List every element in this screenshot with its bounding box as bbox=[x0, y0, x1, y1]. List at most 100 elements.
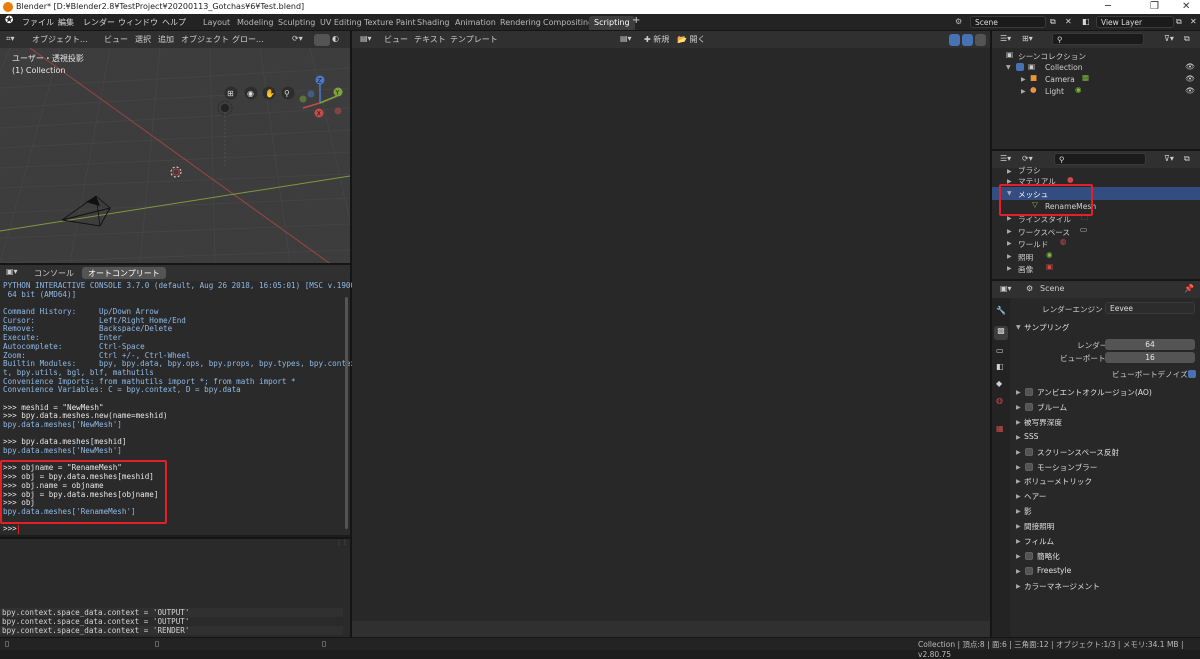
3d-viewport[interactable]: ⌗▾ オブジェクト... ビュー 選択 追加 オブジェクト グロー... ⟳▾ … bbox=[0, 31, 350, 263]
text-datablock-icon[interactable]: ▤▾ bbox=[620, 34, 632, 43]
expand-arrow-icon[interactable]: ▶ bbox=[1021, 76, 1026, 83]
editor-type-icon[interactable]: ▣▾ bbox=[6, 267, 18, 276]
render-panel-header[interactable]: ▶ ボリューメトリック bbox=[1010, 474, 1200, 489]
outliner[interactable]: ☰▾ ⊞▾ ⚲ ⊽▾ ⧉ ▣ シーンコレクション ▼ ▣ Collection … bbox=[992, 31, 1200, 149]
render-panel-header[interactable]: ▶ 影 bbox=[1010, 504, 1200, 519]
sampling-panel-header[interactable]: ▼ サンプリング bbox=[1010, 320, 1200, 335]
console-scrollbar[interactable] bbox=[345, 297, 348, 529]
viewport-denoise-checkbox[interactable] bbox=[1188, 370, 1196, 378]
expand-arrow-icon[interactable]: ▶ bbox=[1007, 168, 1012, 175]
panel-enable-checkbox[interactable] bbox=[1025, 402, 1033, 411]
collection-checkbox[interactable] bbox=[1016, 63, 1024, 71]
expand-arrow-icon[interactable]: ▶ bbox=[1007, 228, 1012, 235]
scene-field[interactable]: Scene bbox=[970, 16, 1046, 28]
expand-arrow-icon[interactable]: ▶ bbox=[1016, 553, 1021, 560]
expand-arrow-icon[interactable]: ▶ bbox=[1016, 478, 1021, 485]
expand-arrow-icon[interactable]: ▶ bbox=[1016, 404, 1021, 411]
expand-arrow-icon[interactable]: ▶ bbox=[1016, 568, 1021, 575]
menu-render[interactable]: レンダー bbox=[83, 17, 115, 28]
viewport-grid[interactable]: Z Y X ⊞ ◉ ✋ ⚲ bbox=[0, 48, 350, 263]
render-panel-header[interactable]: ▶ 間接照明 bbox=[1010, 519, 1200, 534]
view-layer-field[interactable]: View Layer bbox=[1096, 16, 1174, 28]
viewport-denoise-row[interactable]: ビューポートデノイズ bbox=[1010, 366, 1200, 381]
snap-icon[interactable] bbox=[314, 34, 330, 46]
autocomplete-button[interactable]: オートコンプリート bbox=[82, 267, 166, 279]
visibility-eye-icon[interactable]: 👁 bbox=[1185, 86, 1195, 95]
viewport-menu-add[interactable]: 追加 bbox=[158, 34, 174, 45]
python-console[interactable]: ▣▾ コンソール オートコンプリート PYTHON INTERACTIVE CO… bbox=[0, 263, 355, 535]
new-collection-icon[interactable]: ⧉ bbox=[1184, 34, 1190, 44]
filter-icon[interactable]: ⊽▾ bbox=[1164, 34, 1174, 43]
transform-orientation-dropdown[interactable]: グロー... bbox=[232, 34, 264, 45]
editor-type-icon[interactable]: ⌗▾ bbox=[6, 34, 15, 44]
delete-view-layer-icon[interactable]: ✕ bbox=[1190, 17, 1197, 26]
render-panel-header[interactable]: ▶ モーションブラー bbox=[1010, 460, 1200, 475]
menu-file[interactable]: ファイル bbox=[22, 17, 54, 28]
outliner-row-scene-collection[interactable]: ▣ シーンコレクション bbox=[992, 49, 1200, 61]
world-tab-icon[interactable]: ◍ bbox=[996, 396, 1003, 405]
expand-arrow-icon[interactable]: ▶ bbox=[1016, 583, 1021, 590]
console-menu[interactable]: コンソール bbox=[28, 267, 80, 279]
tab-scripting[interactable]: Scripting bbox=[589, 16, 635, 30]
menu-window[interactable]: ウィンドウ bbox=[118, 17, 158, 28]
blender-menu-icon[interactable]: ✪ bbox=[5, 15, 13, 26]
render-tab-icon[interactable]: ▩ bbox=[994, 326, 1008, 340]
data-row-images[interactable]: ▶ 画像 ▣ bbox=[992, 262, 1200, 275]
editor-type-icon[interactable]: ☰▾ bbox=[1000, 34, 1011, 43]
tab-animation[interactable]: Animation bbox=[450, 16, 501, 30]
viewport-menu-select[interactable]: 選択 bbox=[135, 34, 151, 45]
panel-enable-checkbox[interactable] bbox=[1025, 462, 1033, 471]
mode-selector[interactable]: オブジェクト... bbox=[32, 34, 88, 45]
pin-icon[interactable]: 📌 bbox=[1184, 284, 1194, 293]
render-panel-header[interactable]: ▶ ヘアー bbox=[1010, 489, 1200, 504]
expand-arrow-icon[interactable]: ▶ bbox=[1016, 419, 1021, 426]
viewport-menu-view[interactable]: ビュー bbox=[104, 34, 128, 45]
expand-arrow-icon[interactable]: ▶ bbox=[1021, 88, 1026, 95]
data-row-workspaces[interactable]: ▶ ワークスペース ▭ bbox=[992, 225, 1200, 238]
menu-help[interactable]: ヘルプ bbox=[162, 17, 186, 28]
panel-enable-checkbox[interactable] bbox=[1025, 388, 1033, 396]
panel-enable-checkbox[interactable] bbox=[1025, 551, 1033, 560]
panel-enable-checkbox[interactable] bbox=[1025, 566, 1033, 575]
expand-arrow-icon[interactable]: ▶ bbox=[1016, 493, 1021, 500]
close-button[interactable]: ✕ bbox=[1182, 1, 1190, 12]
new-view-layer-icon[interactable]: ⧉ bbox=[1176, 17, 1182, 27]
expand-arrow-icon[interactable]: ▼ bbox=[1016, 324, 1021, 331]
outliner-row-camera[interactable]: ▶ ■ Camera ▩ 👁 bbox=[992, 73, 1200, 85]
expand-arrow-icon[interactable]: ▶ bbox=[1016, 434, 1021, 441]
data-row-worlds[interactable]: ▶ ワールド ◍ bbox=[992, 237, 1200, 250]
delete-scene-icon[interactable]: ✕ bbox=[1065, 17, 1072, 26]
proportional-icon[interactable]: ◐ bbox=[332, 34, 339, 43]
filter-icon[interactable]: ⊽▾ bbox=[1164, 154, 1174, 163]
expand-arrow-icon[interactable]: ▼ bbox=[1006, 64, 1011, 71]
render-samples-field[interactable]: 64 bbox=[1105, 339, 1195, 350]
menu-edit[interactable]: 編集 bbox=[58, 17, 74, 28]
info-editor[interactable]: bpy.context.space_data.context = 'OUTPUT… bbox=[0, 537, 350, 637]
editor-type-icon[interactable]: ▣▾ bbox=[1000, 284, 1012, 293]
render-panel-header[interactable]: ▶ 被写界深度 bbox=[1010, 415, 1200, 430]
view-layer-icon[interactable]: ◧ bbox=[1082, 17, 1090, 26]
expand-arrow-icon[interactable]: ▶ bbox=[1007, 240, 1012, 247]
outliner-row-collection[interactable]: ▼ ▣ Collection 👁 bbox=[992, 61, 1200, 73]
new-item-icon[interactable]: ⧉ bbox=[1184, 154, 1190, 164]
render-panel-header[interactable]: ▶ スクリーンスペース反射 bbox=[1010, 445, 1200, 460]
tab-layout[interactable]: Layout bbox=[198, 16, 235, 30]
data-search-input[interactable]: ⚲ bbox=[1054, 153, 1146, 165]
render-panel-header[interactable]: ▶ カラーマネージメント bbox=[1010, 579, 1200, 594]
expand-arrow-icon[interactable]: ▶ bbox=[1016, 508, 1021, 515]
text-menu-templates[interactable]: テンプレート bbox=[450, 34, 498, 45]
expand-arrow-icon[interactable]: ▶ bbox=[1016, 538, 1021, 545]
text-menu-view[interactable]: ビュー bbox=[384, 34, 408, 45]
viewport-menu-object[interactable]: オブジェクト bbox=[181, 34, 229, 45]
visibility-eye-icon[interactable]: 👁 bbox=[1185, 74, 1195, 83]
scene-tab-icon[interactable]: ◆ bbox=[996, 379, 1002, 388]
display-mode-icon[interactable]: ⟳▾ bbox=[1022, 154, 1033, 163]
maximize-button[interactable]: ❐ bbox=[1150, 1, 1159, 12]
render-panel-header[interactable]: ▶ SSS bbox=[1010, 430, 1200, 445]
expand-arrow-icon[interactable]: ▶ bbox=[1007, 215, 1012, 222]
new-text-button[interactable]: ✚ 新規 bbox=[644, 34, 669, 45]
pivot-icon[interactable]: ⟳▾ bbox=[292, 34, 303, 43]
new-scene-icon[interactable]: ⧉ bbox=[1050, 17, 1056, 27]
expand-arrow-icon[interactable]: ▶ bbox=[1016, 464, 1021, 471]
view-layer-tab-icon[interactable]: ◧ bbox=[996, 362, 1004, 371]
